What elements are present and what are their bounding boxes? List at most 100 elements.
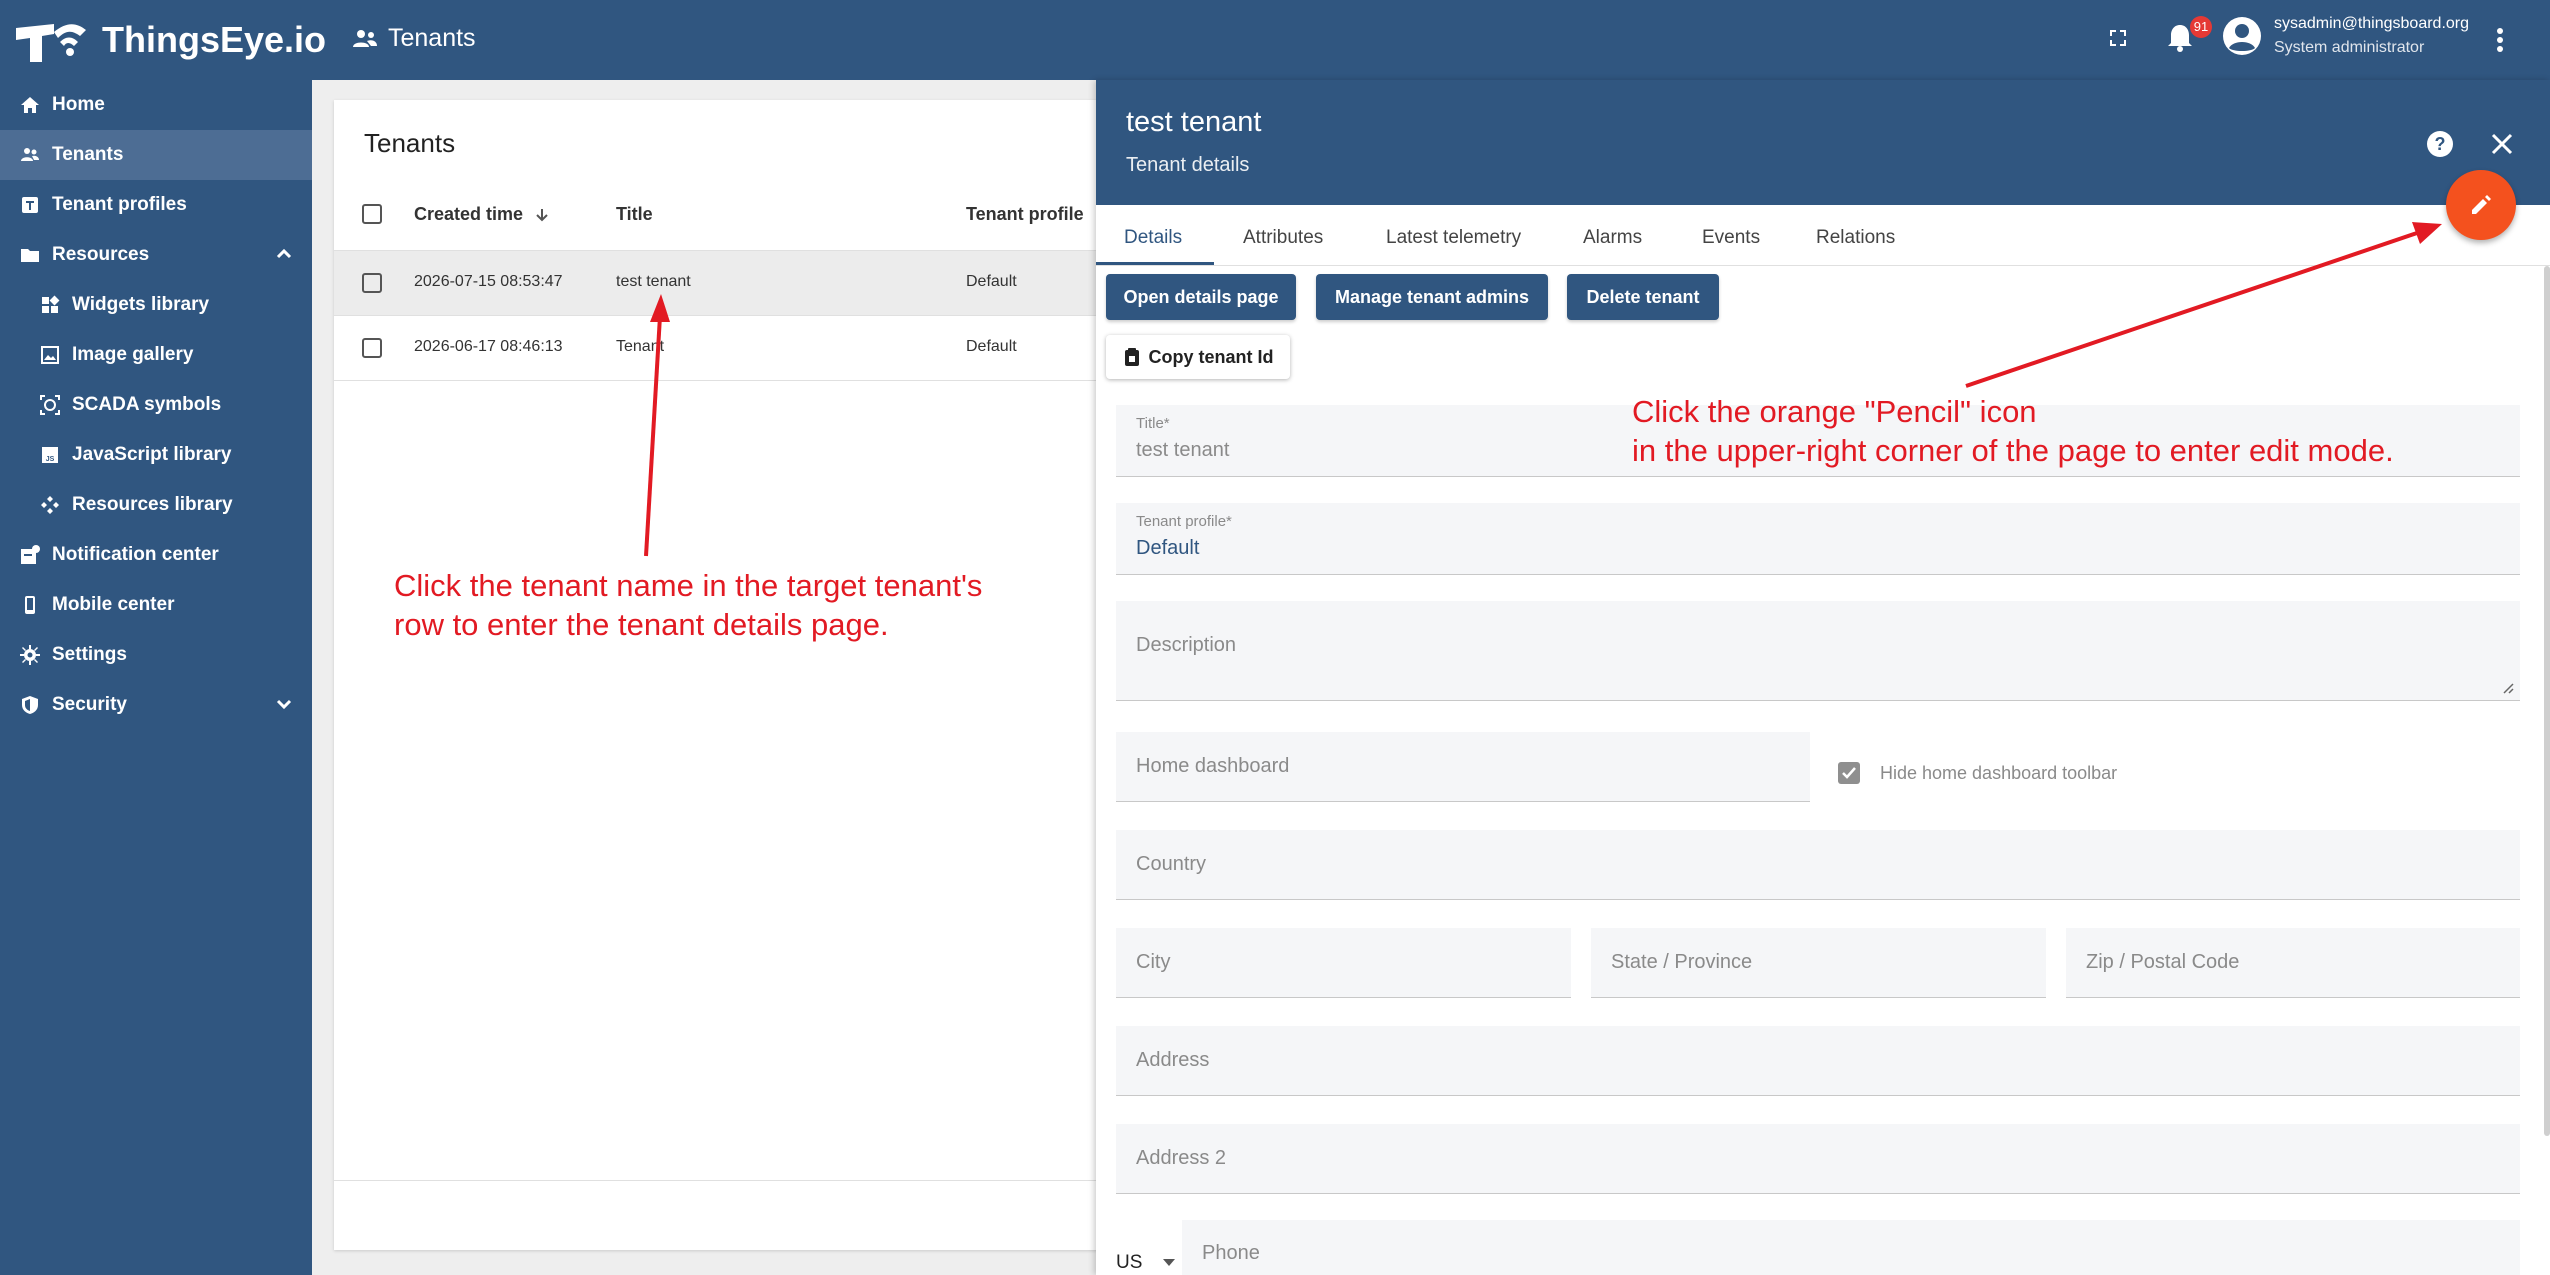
- widgets-icon: [42, 295, 60, 313]
- tenant-profile-icon: [22, 197, 38, 213]
- page-title-text: Tenants: [388, 24, 476, 52]
- title-field-label: Title*: [1136, 415, 1170, 432]
- sidebar-item-label: Widgets library: [72, 294, 210, 315]
- sidebar-item-javascript-library[interactable]: JS JavaScript library: [0, 430, 312, 480]
- resources-icon: [41, 496, 59, 514]
- column-header-label: Created time: [414, 204, 524, 224]
- row-checkbox[interactable]: [362, 273, 382, 293]
- help-icon[interactable]: ?: [2426, 130, 2454, 158]
- tab-events[interactable]: Events: [1702, 227, 1760, 249]
- table-row[interactable]: 2026-06-17 08:46:13 Tenant Default: [334, 316, 1114, 381]
- annotation-left-line1: Click the tenant name in the target tena…: [394, 568, 983, 603]
- address-field[interactable]: Address: [1116, 1026, 2520, 1096]
- country-placeholder: Country: [1136, 853, 1207, 875]
- sidebar-item-scada-symbols[interactable]: SCADA symbols: [0, 380, 312, 430]
- logo[interactable]: ThingsEye.io: [14, 14, 326, 66]
- svg-text:?: ?: [2435, 134, 2446, 154]
- hide-toolbar-checkbox-row[interactable]: Hide home dashboard toolbar: [1838, 762, 2117, 784]
- zip-field[interactable]: Zip / Postal Code: [2066, 928, 2520, 998]
- manage-tenant-admins-button[interactable]: Manage tenant admins: [1316, 274, 1548, 320]
- country-field[interactable]: Country: [1116, 830, 2520, 900]
- resize-handle-icon[interactable]: [2502, 682, 2514, 694]
- sidebar-item-widgets-library[interactable]: Widgets library: [0, 280, 312, 330]
- hide-toolbar-checkbox[interactable]: [1838, 762, 1860, 784]
- sidebar-item-label: Image gallery: [72, 344, 194, 365]
- mobile-icon: [25, 596, 35, 614]
- user-menu[interactable]: sysadmin@thingsboard.org System administ…: [2222, 12, 2469, 60]
- gear-icon: [20, 645, 40, 665]
- sidebar-item-label: Notification center: [52, 544, 219, 565]
- address2-field[interactable]: Address 2: [1116, 1124, 2520, 1194]
- sidebar-item-home[interactable]: Home: [0, 80, 312, 130]
- sidebar-item-security[interactable]: Security: [0, 680, 312, 730]
- phone-field[interactable]: Phone: [1182, 1220, 2520, 1275]
- sidebar-item-tenant-profiles[interactable]: Tenant profiles: [0, 180, 312, 230]
- description-field[interactable]: Description: [1116, 601, 2520, 701]
- tenant-profile-field[interactable]: Tenant profile* Default: [1116, 503, 2520, 575]
- annotation-left-line2: row to enter the tenant details page.: [394, 607, 889, 642]
- tenant-profile-value[interactable]: Default: [1136, 537, 1199, 560]
- row-checkbox[interactable]: [362, 338, 382, 358]
- chevron-up-icon: [276, 248, 292, 259]
- home-dashboard-placeholder: Home dashboard: [1136, 755, 1290, 777]
- description-placeholder: Description: [1136, 634, 1237, 656]
- title-cell[interactable]: test tenant: [616, 273, 691, 291]
- sidebar-item-settings[interactable]: Settings: [0, 630, 312, 680]
- details-title: test tenant: [1126, 106, 1262, 138]
- city-field[interactable]: City: [1116, 928, 1571, 998]
- open-details-page-button[interactable]: Open details page: [1106, 274, 1296, 320]
- sidebar-item-notification-center[interactable]: Notification center: [0, 530, 312, 580]
- state-placeholder: State / Province: [1611, 951, 1753, 973]
- page-title: Tenants: [352, 24, 476, 53]
- sidebar-item-image-gallery[interactable]: Image gallery: [0, 330, 312, 380]
- tab-relations[interactable]: Relations: [1816, 227, 1895, 249]
- sidebar-item-resources[interactable]: Resources: [0, 230, 312, 280]
- tenant-profile-label: Tenant profile*: [1136, 513, 1232, 530]
- state-field[interactable]: State / Province: [1591, 928, 2046, 998]
- sidebar-item-tenants[interactable]: Tenants: [0, 130, 312, 180]
- sidebar-item-label: Resources: [52, 244, 150, 265]
- folder-icon: [21, 249, 39, 262]
- sidebar-item-resources-library[interactable]: Resources library: [0, 480, 312, 530]
- tab-attributes[interactable]: Attributes: [1243, 227, 1323, 249]
- details-tabs: Details Attributes Latest telemetry Alar…: [1096, 205, 2550, 266]
- image-icon: [41, 346, 59, 364]
- phone-country-value: US: [1116, 1252, 1143, 1273]
- profile-cell: Default: [966, 338, 1017, 355]
- title-cell[interactable]: Tenant: [616, 338, 664, 356]
- details-header: test tenant Tenant details ?: [1096, 80, 2550, 205]
- tab-latest-telemetry[interactable]: Latest telemetry: [1386, 227, 1521, 249]
- column-header-created-time[interactable]: Created time: [414, 204, 550, 225]
- column-header-tenant-profile[interactable]: Tenant profile: [966, 204, 1084, 225]
- home-dashboard-field[interactable]: Home dashboard: [1116, 732, 1810, 802]
- phone-placeholder: Phone: [1202, 1242, 1260, 1264]
- scrollbar[interactable]: [2544, 266, 2550, 1136]
- fullscreen-icon[interactable]: [2106, 26, 2130, 55]
- city-placeholder: City: [1136, 951, 1171, 973]
- copy-tenant-id-button[interactable]: Copy tenant Id: [1106, 335, 1290, 379]
- sidebar-item-label: JavaScript library: [72, 444, 232, 465]
- notifications-button[interactable]: 91: [2166, 16, 2212, 59]
- tab-alarms[interactable]: Alarms: [1583, 227, 1642, 249]
- sidebar-item-label: Home: [52, 94, 105, 115]
- delete-tenant-button[interactable]: Delete tenant: [1567, 274, 1719, 320]
- dropdown-arrow-icon: [1162, 1259, 1175, 1266]
- tab-details[interactable]: Details: [1124, 227, 1182, 249]
- home-icon: [21, 97, 39, 113]
- column-header-title[interactable]: Title: [616, 204, 653, 225]
- table-row[interactable]: 2026-07-15 08:53:47 test tenant Default: [334, 251, 1114, 316]
- hide-toolbar-label: Hide home dashboard toolbar: [1880, 762, 2118, 783]
- select-all-checkbox[interactable]: [362, 204, 382, 224]
- notification-badge: 91: [2190, 16, 2212, 38]
- phone-country-select[interactable]: US: [1116, 1252, 1176, 1274]
- copy-tenant-id-label: Copy tenant Id: [1148, 346, 1274, 367]
- chevron-down-icon: [276, 699, 292, 710]
- tenants-table-card: Tenants Created time Title Tenant profil…: [334, 100, 1114, 1250]
- user-role: System administrator: [2274, 39, 2425, 56]
- more-vert-icon[interactable]: [2490, 26, 2510, 59]
- close-icon[interactable]: [2488, 130, 2516, 158]
- profile-cell: Default: [966, 273, 1017, 290]
- sidebar: Home Tenants Tenant profiles Resources W…: [0, 80, 312, 1275]
- people-icon: [353, 29, 377, 47]
- sidebar-item-mobile-center[interactable]: Mobile center: [0, 580, 312, 630]
